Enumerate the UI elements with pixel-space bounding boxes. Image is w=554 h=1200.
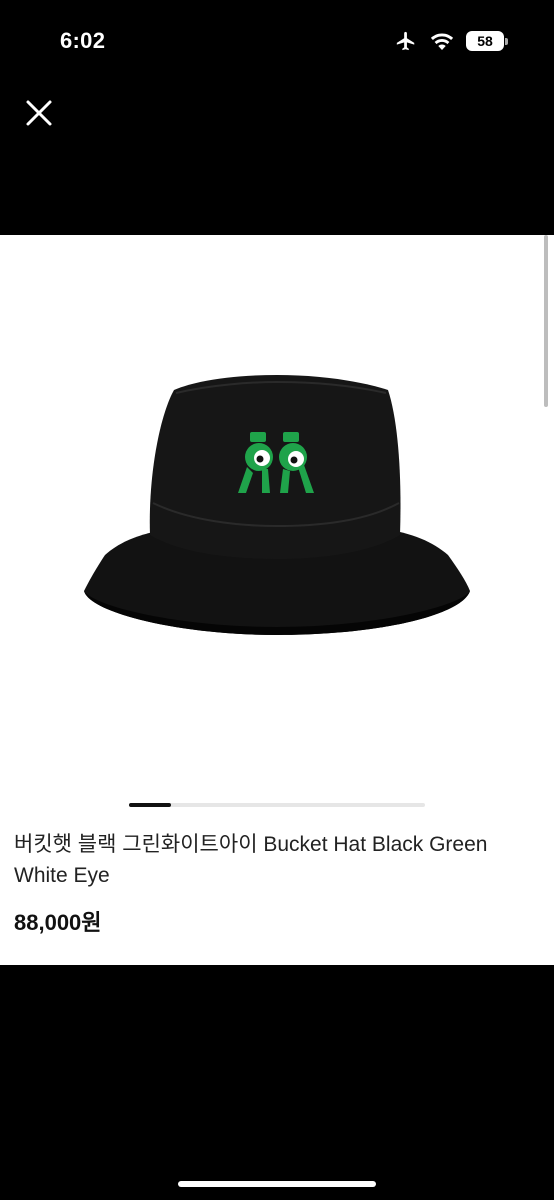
product-title: 버킷햇 블랙 그린화이트아이 Bucket Hat Black Green Wh…: [14, 833, 488, 887]
product-card: 버킷햇 블랙 그린화이트아이 Bucket Hat Black Green Wh…: [0, 235, 554, 965]
wifi-icon: [430, 31, 454, 51]
product-image-carousel[interactable]: [0, 235, 554, 795]
gallery-pager-active: [129, 803, 172, 807]
airplane-icon: [394, 30, 418, 52]
bucket-hat-image: [84, 375, 470, 635]
status-time: 6:02: [60, 28, 106, 53]
status-icons: 58: [394, 30, 508, 52]
battery-icon: 58: [466, 31, 508, 51]
gallery-pager: [129, 803, 425, 807]
close-button[interactable]: [18, 92, 60, 134]
battery-level: 58: [466, 31, 504, 51]
scroll-indicator: [544, 235, 548, 407]
close-icon[interactable]: [18, 92, 60, 134]
home-indicator[interactable]: [178, 1181, 376, 1187]
product-price: 88,000원: [14, 910, 102, 935]
status-bar: 6:02 58: [0, 0, 554, 84]
